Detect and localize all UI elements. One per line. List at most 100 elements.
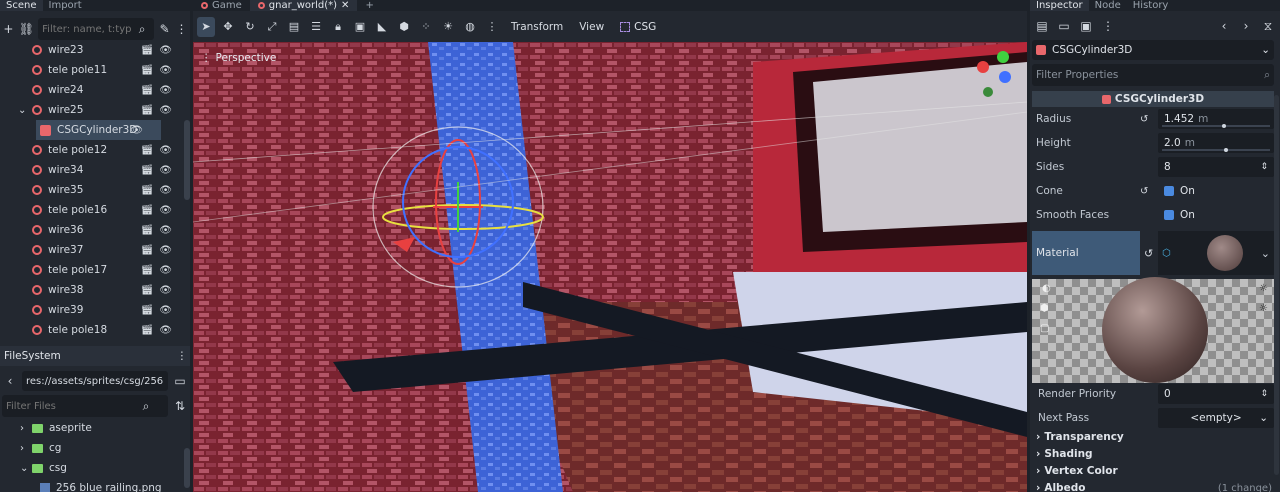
sun-icon[interactable]: ☀	[439, 17, 457, 37]
mesh-icon[interactable]: ⬢	[395, 17, 413, 37]
more-icon[interactable]: ⋮	[1100, 18, 1116, 34]
scene-filter-input[interactable]	[42, 23, 133, 35]
chevron-right-icon[interactable]: ›	[1238, 18, 1254, 34]
group-albedo[interactable]: › Albedo (1 change)	[1036, 480, 1272, 492]
clapboard-icon[interactable]: 🎬︎	[141, 105, 154, 116]
revert-icon[interactable]: ↺	[1140, 186, 1158, 197]
clapboard-icon[interactable]: 🎬︎	[141, 205, 154, 216]
clapboard-icon[interactable]: 🎬︎	[141, 165, 154, 176]
cone-checkbox[interactable]: On	[1158, 181, 1274, 201]
spin-arrows-icon[interactable]: ⇕	[1260, 389, 1268, 399]
filesystem-filter-input[interactable]	[6, 400, 136, 412]
clapboard-icon[interactable]: 🎬︎	[141, 245, 154, 256]
chevron-right-icon[interactable]: ›	[20, 443, 32, 454]
tab-inspector[interactable]: Inspector	[1030, 0, 1089, 11]
sort-icon[interactable]: ⇅	[172, 398, 188, 414]
csg-menu[interactable]: CSG	[614, 21, 662, 33]
clapboard-icon[interactable]: 🎬︎	[141, 285, 154, 296]
more-icon[interactable]: ⋮	[175, 21, 188, 37]
filesystem-folder[interactable]: › aseprite	[0, 418, 190, 438]
clapboard-icon[interactable]: 🎬︎	[141, 45, 154, 56]
box-shape-icon[interactable]: ▢	[1040, 323, 1049, 334]
chevron-left-icon[interactable]: ‹	[1216, 18, 1232, 34]
light-icon[interactable]: ◐	[1042, 283, 1051, 294]
scene-tree-row[interactable]: wire34 🎬︎ 👁︎	[0, 160, 190, 180]
script-icon[interactable]: ✎	[158, 21, 171, 37]
visibility-eye-icon[interactable]: 👁︎	[159, 85, 172, 96]
history-icon[interactable]: ⧖	[1260, 18, 1276, 34]
scene-tree-row[interactable]: wire36 🎬︎ 👁︎	[0, 220, 190, 240]
close-icon[interactable]: ✕	[341, 0, 349, 11]
chevron-right-icon[interactable]: ›	[20, 423, 32, 434]
visibility-eye-icon[interactable]: 👁︎	[159, 145, 172, 156]
view-menu[interactable]: View	[573, 21, 610, 33]
new-resource-icon[interactable]: ▤	[1034, 18, 1050, 34]
visibility-eye-icon[interactable]: 👁︎	[159, 265, 172, 276]
scene-tree-row[interactable]: wire35 🎬︎ 👁︎	[0, 180, 190, 200]
group-transparency[interactable]: › Transparency	[1036, 429, 1124, 445]
height-input[interactable]: 2.0 m	[1158, 133, 1274, 153]
next-pass-picker[interactable]: <empty> ⌄	[1158, 408, 1274, 428]
local-space-icon[interactable]: ⁘	[417, 17, 435, 37]
scene-tree-row[interactable]: tele pole16 🎬︎ 👁︎	[0, 200, 190, 220]
spin-arrows-icon[interactable]: ⇕	[1260, 162, 1268, 172]
add-tab-button[interactable]: +	[357, 0, 381, 11]
3d-viewport[interactable]: ⋮ Perspective	[193, 42, 1027, 492]
lock-icon[interactable]: 🔒︎	[329, 17, 347, 37]
chevron-down-icon[interactable]: ⌄	[20, 463, 32, 474]
scene-tree-row[interactable]: CSGCylinder3D 👁︎	[36, 120, 161, 140]
transform-menu[interactable]: Transform	[505, 21, 569, 33]
perspective-menu[interactable]: ⋮ Perspective	[201, 52, 276, 64]
group-icon[interactable]: ▣	[351, 17, 369, 37]
tab-gnar-world[interactable]: gnar_world(*) ✕	[249, 0, 358, 11]
smooth-faces-checkbox[interactable]: On	[1158, 205, 1274, 225]
select-tool-icon[interactable]: ➤	[197, 16, 215, 37]
scene-tree-row[interactable]: wire37 🎬︎ 👁︎	[0, 240, 190, 260]
tab-game[interactable]: Game	[193, 0, 250, 11]
height-slider[interactable]	[1162, 148, 1270, 152]
clapboard-icon[interactable]: 🎬︎	[141, 325, 154, 336]
scene-tree-row[interactable]: ⌄ wire25 🎬︎ 👁︎	[0, 100, 190, 120]
scene-tree-row[interactable]: wire38 🎬︎ 👁︎	[0, 280, 190, 300]
filesystem-scrollbar[interactable]	[184, 448, 190, 488]
slider-grabber[interactable]	[1223, 148, 1228, 152]
environment-icon[interactable]: ◍	[461, 17, 479, 37]
tab-history[interactable]: History	[1127, 0, 1175, 11]
add-node-icon[interactable]: +	[2, 21, 15, 37]
visibility-eye-icon[interactable]: 👁︎	[159, 185, 172, 196]
scene-tree-row[interactable]: tele pole18 🎬︎ 👁︎	[0, 320, 190, 340]
visibility-eye-icon[interactable]: 👁︎	[159, 165, 172, 176]
more-icon[interactable]: ⋮	[483, 17, 501, 37]
list-icon[interactable]: ☰	[307, 17, 325, 37]
tab-node[interactable]: Node	[1089, 0, 1127, 11]
visibility-eye-icon[interactable]: 👁︎	[159, 205, 172, 216]
radius-slider[interactable]	[1162, 124, 1270, 128]
visibility-eye-icon[interactable]: 👁︎	[159, 105, 172, 116]
filesystem-folder[interactable]: ⌄ csg	[0, 458, 190, 478]
sides-spinbox[interactable]: 8 ⇕	[1158, 157, 1274, 177]
clapboard-icon[interactable]: 🎬︎	[141, 225, 154, 236]
clapboard-icon[interactable]: 🎬︎	[141, 145, 154, 156]
sphere-shape-icon[interactable]: ⬢	[1040, 303, 1049, 314]
visibility-eye-icon[interactable]: 👁︎	[159, 65, 172, 76]
rotate-tool-icon[interactable]: ↻	[241, 17, 259, 37]
ruler-icon[interactable]: ▤	[285, 17, 303, 37]
inspector-scrollbar[interactable]	[1274, 95, 1279, 475]
material-resource-picker[interactable]: ⬡ ⌄	[1158, 231, 1274, 275]
open-folder-icon[interactable]: ▭	[1056, 18, 1072, 34]
scene-filter[interactable]: ⌕	[38, 18, 155, 40]
radius-input[interactable]: 1.452 m	[1158, 109, 1274, 129]
clapboard-icon[interactable]: 🎬︎	[141, 185, 154, 196]
scene-tree-row[interactable]: tele pole17 🎬︎ 👁︎	[0, 260, 190, 280]
visibility-eye-icon[interactable]: 👁︎	[159, 325, 172, 336]
filesystem-path[interactable]: res://assets/sprites/csg/256	[22, 371, 168, 391]
link-icon[interactable]: ⛓	[19, 21, 34, 37]
group-vertex-color[interactable]: › Vertex Color	[1036, 463, 1118, 479]
visibility-eye-icon[interactable]: 👁︎	[159, 45, 172, 56]
filesystem-filter[interactable]: ⌕	[2, 395, 168, 417]
scene-tree-row[interactable]: tele pole12 🎬︎ 👁︎	[0, 140, 190, 160]
scale-tool-icon[interactable]: ⤢	[263, 17, 281, 37]
filesystem-title[interactable]: FileSystem	[0, 350, 65, 362]
clapboard-icon[interactable]: 🎬︎	[141, 65, 154, 76]
clapboard-icon[interactable]: 🎬︎	[141, 265, 154, 276]
